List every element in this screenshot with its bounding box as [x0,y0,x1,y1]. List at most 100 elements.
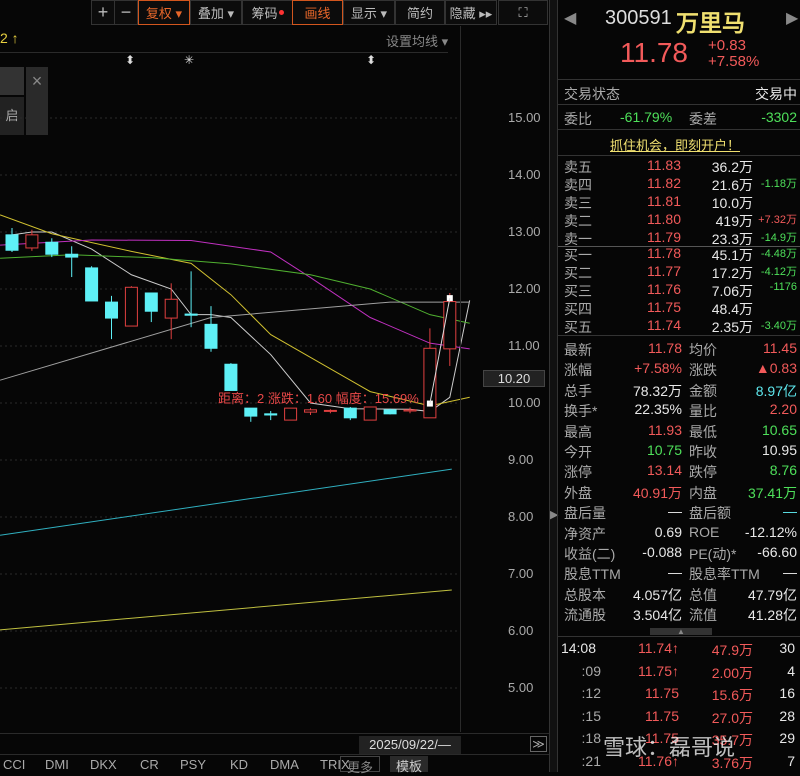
tab-dma[interactable]: DMA [270,757,299,772]
stat-row: 外盘 40.91万 内盘 37.41万 [558,483,800,503]
candle-body [244,407,258,417]
level-volume: 419万 [715,213,753,229]
divider [0,733,549,734]
stat-row: 收益(二) -0.088 PE(动)* -66.60 [558,544,800,564]
open-account-link[interactable]: 抓住机会，即刻开户！ [610,135,740,154]
stat-label: 最低 [689,423,717,440]
candle-body [124,286,138,327]
order-level: 买五 11.74 2.35万 -3.40万 [558,317,800,337]
stat-row: 净资产 0.69 ROE -12.12% [558,524,800,544]
candle-body [403,409,417,412]
trade-time: :12 [581,685,601,701]
stat-value: 4.057亿 [632,586,682,603]
tab-cci[interactable]: CCI [3,757,25,772]
trade-time: :18 [581,730,601,746]
stat-row: 流通股 3.504亿 流值 41.28亿 [558,605,800,625]
order-level: 卖四 11.82 21.6万 -1.18万 [558,175,800,195]
level-label: 买四 [564,301,592,317]
stat-label: 盘后量 [564,505,606,522]
candle-body [323,409,337,412]
level-price: 11.83 [647,157,681,173]
stat-row: 总股本 4.057亿 总值 47.79亿 [558,585,800,605]
stat-label: 内盘 [689,484,717,501]
weibi-label: 委比 [564,111,592,127]
stat-label: 金额 [689,382,717,399]
level-volume: 21.6万 [711,177,753,193]
candle-body [383,409,397,415]
stat-row: 最新 11.78 均价 11.45 [558,340,800,360]
trade-volume: 27.0万 [711,709,753,726]
stat-value: 11.78 [648,340,682,356]
stat-label: 涨跌 [689,362,717,379]
trade-count: 29 [779,730,795,746]
trade-count: 30 [779,640,795,656]
level-change: +7.32万 [758,214,797,226]
tab-dkx[interactable]: DKX [90,757,117,772]
stat-value: — [783,564,797,581]
expand-handle[interactable]: ▲ [650,628,712,636]
stat-value: 47.79亿 [747,586,797,603]
level-label: 卖四 [564,177,592,193]
stat-label: 量比 [689,403,717,420]
candle-body [85,267,99,302]
next-stock-icon[interactable]: ▶ [786,8,798,28]
level-volume: 45.1万 [711,247,753,263]
prev-stock-icon[interactable]: ◀ [564,8,576,28]
candle-body [45,241,59,255]
trade-volume: 15.6万 [711,687,753,703]
candle-body [343,407,357,419]
watermark: 雪球：磊哥说 [603,735,736,760]
level-price: 11.76 [647,281,681,297]
trade-row: :15 11.75 27.0万 28 [558,708,800,728]
candle-body [224,363,238,391]
stat-row: 盘后量 — 盘后额 — [558,503,800,523]
stat-value: 22.35% [634,401,682,418]
weicha-label: 委差 [689,111,717,127]
template-tab[interactable]: 模板 [390,756,428,774]
stat-row: 涨停 13.14 跌停 8.76 [558,462,800,482]
candle-body [184,313,198,316]
stat-label: 昨收 [689,444,717,460]
stat-value: 10.65 [761,421,797,438]
tab-dmi[interactable]: DMI [45,757,69,772]
stat-value: 2.20 [769,401,797,418]
stat-label: 外盘 [564,484,592,501]
last-price: 11.78 [620,37,688,68]
stat-row: 股息TTM — 股息率TTM — [558,564,800,584]
level-volume: 36.2万 [711,159,753,175]
stat-label: 换手* [564,403,598,420]
trade-price: 11.74↑ [638,640,679,656]
level-label: 买五 [564,319,592,335]
stat-value: 37.41万 [747,484,797,501]
stat-label: 总手 [564,382,592,399]
stat-value: — [783,503,797,520]
tab-psy[interactable]: PSY [180,757,206,772]
level-label: 买一 [564,247,592,263]
trade-price: 11.75↑ [638,662,679,679]
ma5-line [11,231,471,413]
tab-cr[interactable]: CR [140,757,159,772]
stat-value: 10.95 [761,442,797,458]
candle-body [204,323,218,349]
stock-name: 万里马 [676,10,745,36]
axis-label: 8.00 [508,509,534,524]
stat-value: -0.088 [642,544,682,560]
order-level: 买三 11.76 7.06万 -1176 [558,281,800,301]
stat-value: -66.60 [757,544,797,560]
scroll-right-button[interactable]: ≫ [530,736,547,752]
order-level: 买二 11.77 17.2万 -4.12万 [558,263,800,283]
stat-value: 0.69 [654,523,682,540]
stat-label: 股息TTM [564,566,621,583]
candlestick-chart[interactable] [0,0,550,730]
level-change: -3.40万 [760,320,797,332]
trade-count: 7 [787,752,795,769]
stat-value: -12.12% [744,523,797,540]
stat-value: +7.58% [634,360,682,377]
tab-kd[interactable]: KD [230,757,248,772]
trade-time: :09 [581,662,601,679]
stat-label: 均价 [689,342,717,358]
more-tab[interactable]: 更多 [340,756,380,775]
weibi-value: -61.79% [620,109,673,125]
panel-splitter[interactable] [549,0,557,772]
candle-body [284,407,298,421]
